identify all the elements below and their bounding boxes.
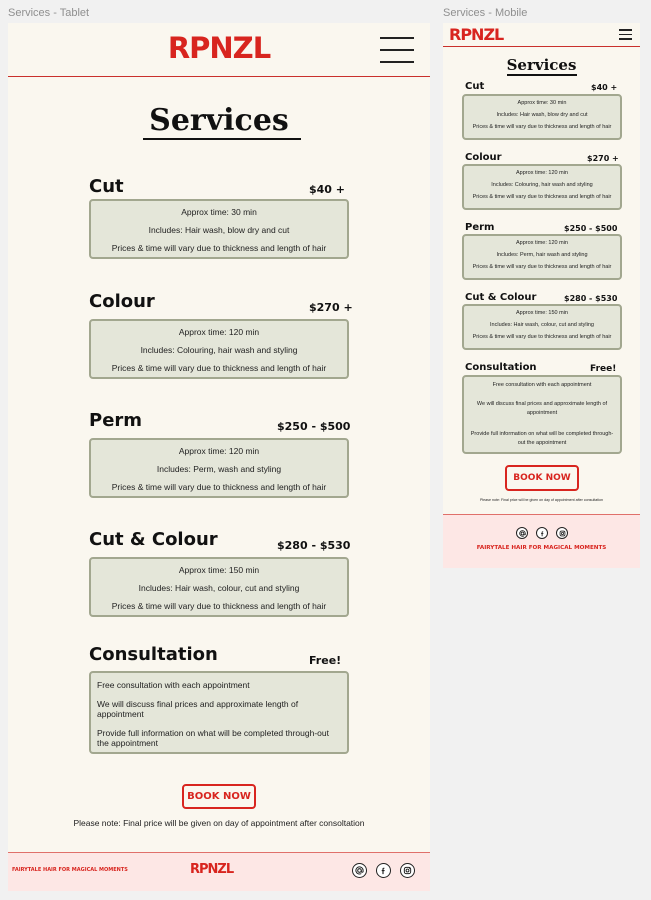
service-name: Cut & Colour (89, 529, 218, 550)
footer-logo[interactable]: RPNZL (190, 862, 234, 877)
service-time: Approx time: 30 min (181, 207, 257, 217)
service-price: $280 - $530 (277, 539, 351, 552)
page-title: Services (149, 103, 289, 138)
service-price-note: Prices & time will vary due to thickness… (472, 334, 612, 340)
service-price: Free! (590, 364, 617, 374)
service-name: Consultation (89, 644, 218, 665)
title-underline (507, 74, 577, 76)
mobile-frame: RPNZL Services Cut $40 + Approx time: 30… (443, 23, 640, 568)
service-includes: We will discuss final prices and approxi… (97, 699, 299, 719)
service-price: $40 + (309, 183, 346, 196)
service-price: $270 + (587, 154, 619, 163)
header-logo[interactable]: RPNZL (8, 31, 430, 65)
service-price-note: Prices & time will vary due to thickness… (111, 363, 327, 373)
service-includes: Includes: Colouring, hair wash and styli… (491, 182, 593, 188)
service-price-note: Prices & time will vary due to thickness… (472, 194, 612, 200)
hamburger-menu-icon[interactable] (619, 28, 632, 40)
service-card: Approx time: 120 min Includes: Colouring… (89, 319, 349, 379)
service-card: Approx time: 30 min Includes: Hair wash,… (462, 94, 622, 140)
service-time: Approx time: 30 min (517, 100, 567, 106)
tablet-frame-label: Services - Tablet (8, 7, 90, 19)
service-card: Approx time: 120 min Includes: Perm, hai… (462, 234, 622, 280)
service-price: $250 - $500 (564, 224, 618, 233)
header-divider (8, 76, 430, 77)
hamburger-menu-icon[interactable] (380, 35, 414, 63)
service-time: Approx time: 150 min (516, 310, 568, 316)
service-time: Free consultation with each appointment (97, 680, 250, 690)
service-price-note: Prices & time will vary due to thickness… (111, 601, 327, 611)
price-disclaimer: Please note: Final price will be given o… (73, 818, 365, 828)
service-price-note: Provide full information on what will be… (97, 728, 329, 748)
service-time: Approx time: 120 min (178, 327, 260, 337)
service-name: Perm (465, 222, 495, 233)
service-includes: Includes: Hair wash, colour, cut and sty… (490, 322, 594, 328)
footer-divider (443, 514, 640, 515)
header-logo[interactable]: RPNZL (449, 25, 504, 44)
service-price: $270 + (309, 301, 353, 314)
price-disclaimer: Please note: Final price will be given o… (479, 498, 604, 502)
service-name: Consultation (465, 362, 537, 373)
service-card: Approx time: 150 min Includes: Hair wash… (462, 304, 622, 350)
tablet-frame: RPNZL Services Cut $40 + Approx time: 30… (8, 23, 430, 891)
service-includes: Includes: Perm, hair wash and styling (496, 252, 588, 258)
service-name: Colour (89, 291, 155, 312)
service-card: Approx time: 120 min Includes: Perm, was… (89, 438, 349, 498)
service-time: Approx time: 150 min (178, 565, 260, 575)
service-card: Approx time: 150 min Includes: Hair wash… (89, 557, 349, 617)
footer-tagline: FAIRYTALE HAIR FOR MAGICAL MOMENTS (476, 545, 607, 551)
service-price: Free! (309, 654, 342, 667)
instagram-icon[interactable] (556, 527, 568, 539)
page-title: Services (506, 56, 577, 74)
threads-icon[interactable] (352, 863, 367, 878)
service-price-note: Prices & time will vary due to thickness… (111, 482, 327, 492)
service-card: Free consultation with each appointment … (89, 671, 349, 754)
service-time: Approx time: 120 min (516, 240, 568, 246)
service-name: Colour (465, 152, 502, 163)
service-includes: Includes: Hair wash, blow dry and cut (148, 225, 290, 235)
service-name: Cut (465, 81, 485, 92)
footer: FAIRYTALE HAIR FOR MAGICAL MOMENTS (443, 514, 640, 568)
header-divider (443, 46, 640, 47)
service-time: Approx time: 120 min (516, 170, 568, 176)
service-price: $40 + (591, 83, 618, 92)
service-price: $250 - $500 (277, 420, 351, 433)
service-name: Cut (89, 176, 124, 197)
service-includes: Includes: Hair wash, colour, cut and sty… (138, 583, 300, 593)
threads-icon[interactable] (516, 527, 528, 539)
service-price-note: Prices & time will vary due to thickness… (472, 264, 612, 270)
service-includes: Includes: Perm, wash and styling (156, 464, 282, 474)
service-time: Free consultation with each appointment (492, 382, 592, 388)
service-card: Approx time: 120 min Includes: Colouring… (462, 164, 622, 210)
service-card: Free consultation with each appointment … (462, 375, 622, 454)
footer-divider (8, 852, 430, 853)
mobile-frame-label: Services - Mobile (443, 7, 528, 19)
service-price-note: Prices & time will vary due to thickness… (472, 124, 612, 130)
book-now-button[interactable]: BOOK NOW (505, 465, 579, 491)
service-name: Cut & Colour (465, 292, 537, 303)
service-time: Approx time: 120 min (178, 446, 260, 456)
service-price: $280 - $530 (564, 294, 618, 303)
book-now-button[interactable]: BOOK NOW (182, 784, 256, 809)
title-underline (143, 138, 301, 140)
footer-tagline: FAIRYTALE HAIR FOR MAGICAL MOMENTS (12, 867, 128, 873)
service-includes: We will discuss final prices and approxi… (476, 401, 608, 416)
service-price-note: Provide full information on what will be… (470, 431, 614, 446)
service-price-note: Prices & time will vary due to thickness… (111, 243, 327, 253)
facebook-icon[interactable] (536, 527, 548, 539)
instagram-icon[interactable] (400, 863, 415, 878)
service-name: Perm (89, 410, 143, 431)
footer: FAIRYTALE HAIR FOR MAGICAL MOMENTS RPNZL (8, 852, 430, 891)
service-includes: Includes: Hair wash, blow dry and cut (496, 112, 588, 118)
facebook-icon[interactable] (376, 863, 391, 878)
service-card: Approx time: 30 min Includes: Hair wash,… (89, 199, 349, 259)
service-includes: Includes: Colouring, hair wash and styli… (140, 345, 298, 355)
